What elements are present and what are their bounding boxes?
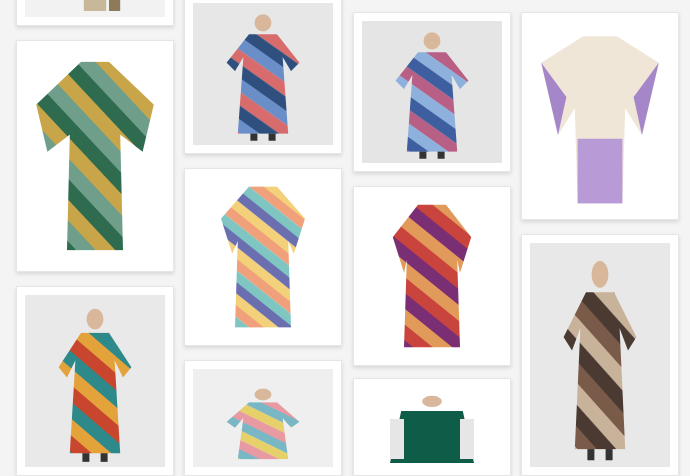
product-image [25,0,165,17]
pastel-chevron-kaftan-image [221,186,305,328]
blue-floral-kaftan-image [226,14,300,141]
product-card-zigzag-print-kaftan[interactable] [184,360,342,476]
red-floral-kaftan-image [392,204,472,348]
product-image [25,49,165,263]
product-image [362,21,502,163]
product-image [530,243,670,467]
product-image [193,3,333,145]
swirl-print-maxi-dress-image [563,260,637,461]
product-image [193,177,333,337]
product-image [193,369,333,467]
lavender-silk-kaftan-image [541,36,659,204]
product-card-blue-ikat-kaftan[interactable] [353,12,511,172]
zigzag-print-kaftan-image [226,388,300,460]
product-image [362,387,502,467]
product-card-lavender-silk-kaftan[interactable] [521,12,679,220]
green-feather-kaftan-image [36,61,154,251]
green-feather-kaftan-top-image [83,0,121,11]
product-card-emerald-silk-blouse[interactable] [353,378,511,476]
product-image [25,295,165,467]
product-grid [0,0,690,476]
product-image [362,195,502,357]
product-card-green-feather-kaftan[interactable] [16,40,174,272]
product-card-red-floral-kaftan[interactable] [353,186,511,366]
product-card-pastel-chevron-kaftan[interactable] [184,168,342,346]
emerald-silk-blouse-image [390,395,474,463]
product-image [530,21,670,211]
red-striped-maxi-dress-image [58,308,132,462]
product-card-blue-floral-kaftan[interactable] [184,0,342,154]
product-card-swirl-print-maxi-dress[interactable] [521,234,679,476]
blue-ikat-kaftan-image [395,32,469,159]
product-card-green-feather-kaftan-top[interactable] [16,0,174,26]
product-card-red-striped-maxi-dress[interactable] [16,286,174,476]
